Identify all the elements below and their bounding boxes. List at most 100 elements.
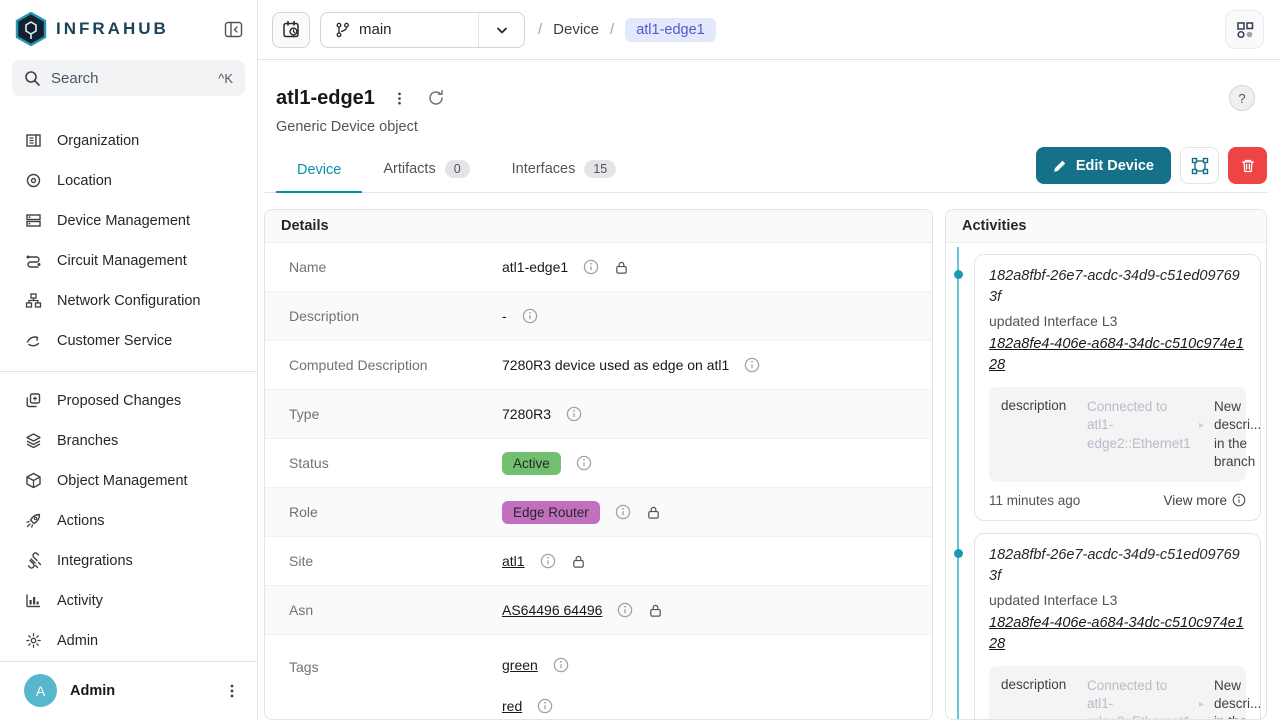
time-travel-button[interactable] [272,12,310,48]
sidebar-item-location[interactable]: Location [0,161,257,201]
refresh-icon[interactable] [427,89,445,107]
sidebar-item-label: Circuit Management [57,253,187,269]
diff-field: description [1001,398,1077,413]
detail-label: Name [289,259,502,275]
sidebar-item-integrations[interactable]: Integrations [0,541,257,581]
logo-row: INFRAHUB [0,0,257,58]
sidebar-item-label: Location [57,173,112,189]
tag-link[interactable]: red [502,698,522,714]
schema-icon [1235,20,1255,40]
sidebar-item-organization[interactable]: Organization [0,121,257,161]
bar-chart-icon [25,592,42,609]
breadcrumb-device[interactable]: Device [553,21,599,38]
branch-selector[interactable]: main [320,12,525,48]
detail-value-text: 7280R3 [502,406,551,422]
detail-row-computed-description: Computed Description 7280R3 device used … [265,341,932,390]
sidebar-item-circuit-management[interactable]: Circuit Management [0,241,257,281]
lock-icon [614,260,629,275]
info-icon[interactable] [553,657,569,673]
user-menu-kebab-icon[interactable] [224,683,240,699]
sidebar-item-label: Device Management [57,213,190,229]
sidebar-item-activity[interactable]: Activity [0,581,257,621]
info-icon[interactable] [617,602,633,618]
info-icon[interactable] [540,553,556,569]
activity-target-link[interactable]: 182a8fe4-406e-a684-34dc-c510c974e128 [989,613,1246,655]
page-title: atl1-edge1 [276,87,375,110]
sidebar-item-device-management[interactable]: Device Management [0,201,257,241]
sidebar-item-label: Activity [57,593,103,609]
breadcrumb-separator: / [538,21,542,38]
timeline-dot [954,270,963,279]
status-badge: Active [502,452,561,475]
sidebar-item-label: Admin [57,633,98,649]
detail-value-text: - [502,308,507,324]
sidebar-item-branches[interactable]: Branches [0,421,257,461]
user-row[interactable]: A Admin [0,661,257,720]
tab-interfaces[interactable]: Interfaces 15 [491,148,638,193]
sidebar-item-actions[interactable]: Actions [0,501,257,541]
sidebar-item-admin[interactable]: Admin [0,621,257,661]
activities-panel: Activities 182a8fbf-26e7-acdc-34d9-c51ed… [945,209,1267,720]
detail-row-name: Name atl1-edge1 [265,243,932,292]
diff-old-value: Connected to atl1-edge2::Ethernet1 [1087,677,1189,720]
object-menu-kebab-icon[interactable] [392,91,407,106]
sidebar-item-label: Organization [57,133,139,149]
details-rows: Name atl1-edge1 Description - [265,243,932,720]
asn-link[interactable]: AS64496 64496 [502,602,602,618]
info-icon[interactable] [615,504,631,520]
page-main: atl1-edge1 ? Generic Device object Devic… [258,60,1280,720]
details-panel: Details Name atl1-edge1 Description [264,209,933,720]
detail-label: Asn [289,602,502,618]
diff-field: description [1001,677,1077,692]
diff-new-value: New descri... in the branch [1214,677,1261,720]
info-icon[interactable] [566,406,582,422]
activity-target-link[interactable]: 182a8fe4-406e-a684-34dc-c510c974e128 [989,334,1246,376]
info-icon[interactable] [583,259,599,275]
sidebar-item-label: Integrations [57,553,133,569]
server-icon [25,212,42,229]
detail-label: Computed Description [289,357,502,373]
detail-row-status: Status Active [265,439,932,488]
lock-icon [648,603,663,618]
tab-badge: 15 [584,160,616,178]
copy-pages-icon [25,392,42,409]
sidebar-collapse-icon[interactable] [224,20,243,39]
breadcrumb-current[interactable]: atl1-edge1 [625,18,716,42]
detail-label: Tags [289,635,502,675]
building-icon [25,132,42,149]
site-link[interactable]: atl1 [502,553,525,569]
info-icon[interactable] [576,455,592,471]
detail-value-text: atl1-edge1 [502,259,568,275]
help-button[interactable]: ? [1229,85,1255,111]
tab-badge: 0 [445,160,470,178]
detail-row-role: Role Edge Router [265,488,932,537]
info-icon[interactable] [537,698,553,714]
tab-label: Device [297,162,341,178]
group-select-icon [1191,157,1209,175]
manage-groups-button[interactable] [1180,147,1219,184]
search-shortcut: ^K [218,71,233,86]
lock-icon [571,554,586,569]
edit-device-button[interactable]: Edit Device [1036,147,1171,184]
tab-artifacts[interactable]: Artifacts 0 [362,148,490,193]
detail-label: Description [289,308,502,324]
sidebar-item-network-configuration[interactable]: Network Configuration [0,281,257,321]
search-input[interactable]: Search ^K [12,60,245,95]
tab-device[interactable]: Device [276,150,362,193]
detail-row-tags: Tags green red [265,635,932,720]
view-more-link[interactable]: View more [1163,493,1246,508]
schema-button[interactable] [1225,10,1264,49]
info-icon[interactable] [744,357,760,373]
tag-link[interactable]: green [502,657,538,673]
trash-icon [1240,158,1256,174]
delete-device-button[interactable] [1228,147,1267,184]
chevron-down-icon [494,22,510,38]
sidebar-item-customer-service[interactable]: Customer Service [0,321,257,361]
info-icon[interactable] [522,308,538,324]
activity-id: 182a8fbf-26e7-acdc-34d9-c51ed097693f [989,545,1246,587]
breadcrumb-separator: / [610,21,614,38]
branch-selector-caret[interactable] [478,13,524,47]
sidebar-item-proposed-changes[interactable]: Proposed Changes [0,381,257,421]
sidebar-item-object-management[interactable]: Object Management [0,461,257,501]
content-area: Details Name atl1-edge1 Description [264,209,1267,720]
